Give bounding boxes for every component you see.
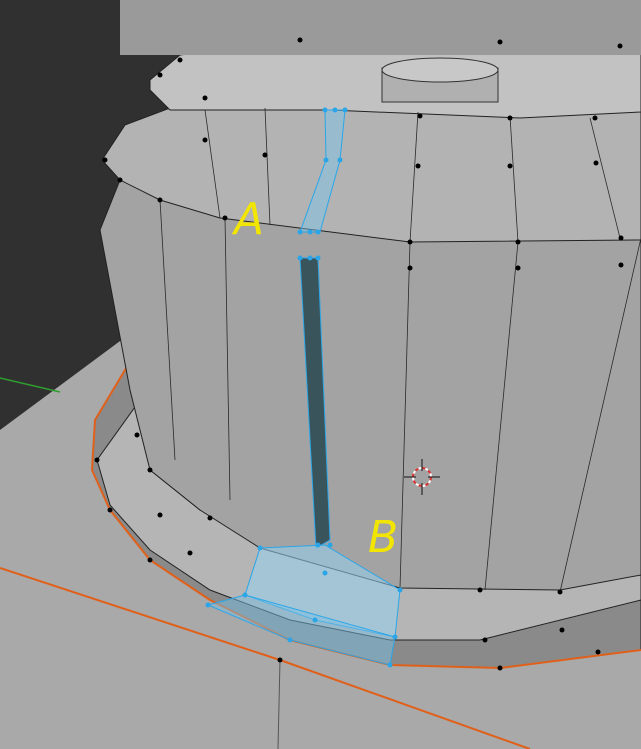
x-axis-line: [0, 377, 61, 393]
inner-cylinder-top: [381, 57, 499, 83]
annotation-a: A: [234, 194, 265, 245]
annotation-b: B: [368, 512, 399, 563]
3d-viewport[interactable]: A B: [0, 0, 641, 749]
tower: [120, 0, 641, 55]
scene-canvas[interactable]: [0, 0, 641, 749]
